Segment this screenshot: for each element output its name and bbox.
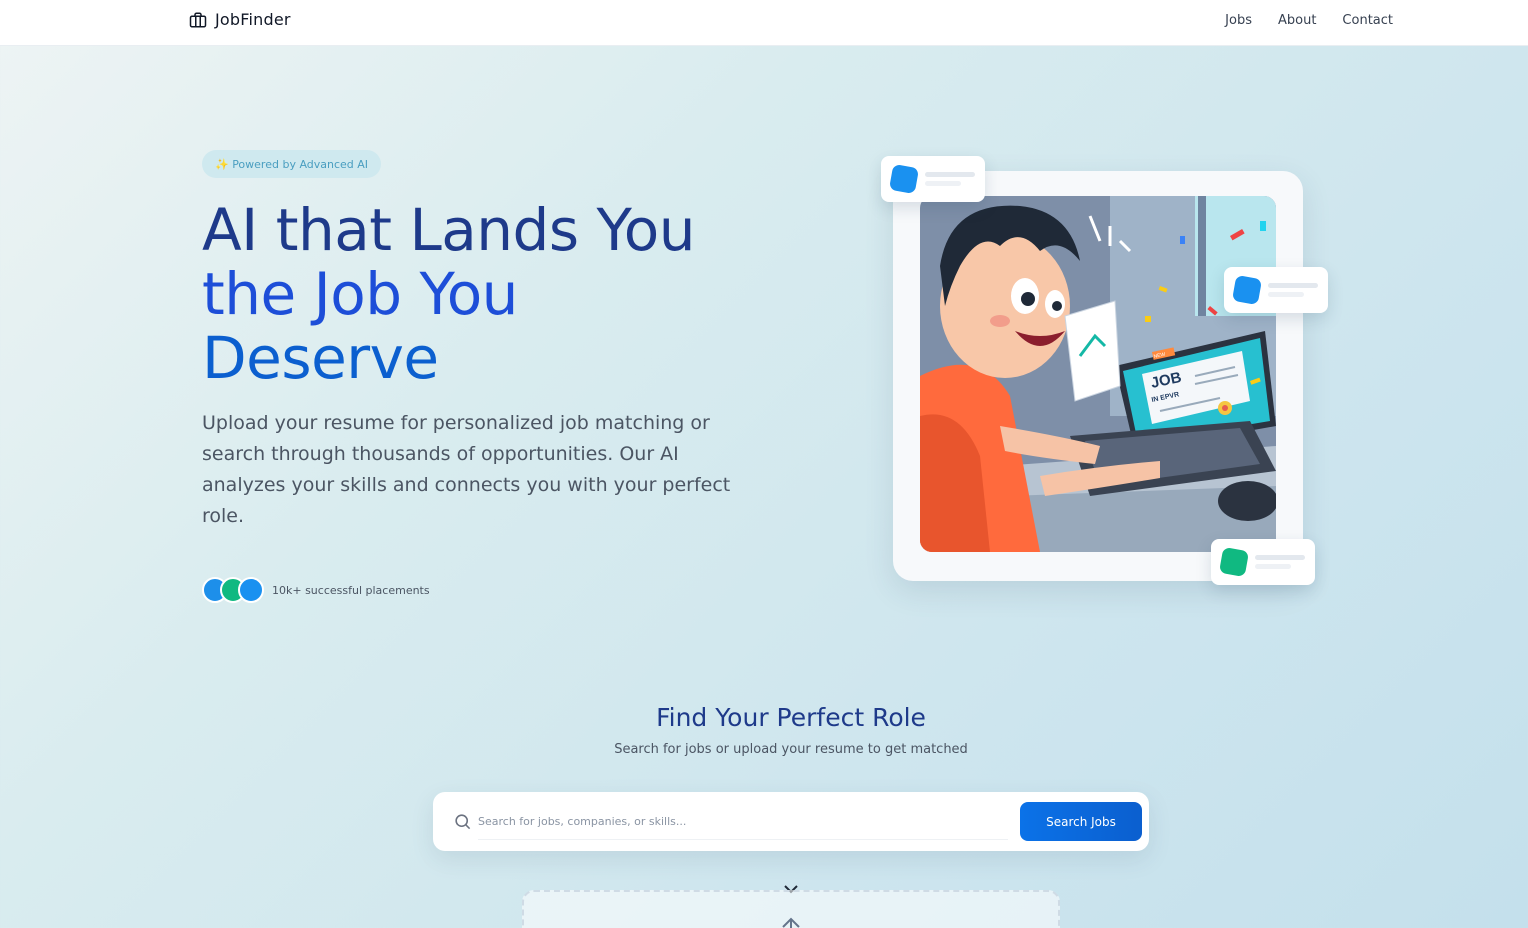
search-input[interactable] [478, 804, 1008, 840]
top-navbar: JobFinder Jobs About Contact [0, 0, 1528, 46]
hero-title-line-2: the Job You [202, 260, 518, 328]
placeholder-line [1255, 564, 1291, 569]
brand-logo[interactable]: JobFinder [189, 10, 291, 29]
placeholder-line [925, 172, 975, 177]
avatar-group [202, 577, 264, 603]
hero-subtitle: Upload your resume for personalized job … [202, 412, 731, 527]
hero-title: AI that Lands You the Job You Deserve [202, 198, 762, 390]
hero-title-line-3: Deserve [202, 324, 439, 392]
search-jobs-button[interactable]: Search Jobs [1020, 802, 1142, 841]
status-dot [1218, 546, 1250, 578]
status-dot [888, 163, 920, 195]
floating-info-card [1224, 267, 1328, 313]
floating-info-card [1211, 539, 1315, 585]
search-bar: Search Jobs [433, 792, 1149, 851]
placeholder-line [1255, 555, 1305, 560]
section-subtitle: Search for jobs or upload your resume to… [614, 742, 968, 757]
placements-stat: 10k+ successful placements [202, 577, 430, 603]
placeholder-line [1268, 283, 1318, 288]
brand-name: JobFinder [215, 10, 291, 29]
nav-link-jobs[interactable]: Jobs [1225, 13, 1252, 28]
placeholder-line [925, 181, 961, 186]
nav-link-about[interactable]: About [1278, 13, 1316, 28]
search-icon [455, 814, 471, 830]
placements-text: 10k+ successful placements [272, 583, 430, 597]
nav-links: Jobs About Contact [1225, 13, 1393, 28]
briefcase-icon [189, 12, 207, 27]
avatar [238, 577, 264, 603]
hero-illustration: JOB IN EPVR NEW [920, 196, 1276, 552]
upload-icon [782, 917, 800, 928]
floating-info-card [881, 156, 985, 202]
status-dot [1231, 274, 1263, 306]
ai-badge-label: ✨ Powered by Advanced AI [215, 157, 369, 171]
section-title: Find Your Perfect Role [656, 703, 926, 732]
hero-title-line-1: AI that Lands You [202, 196, 696, 264]
placeholder-line [1268, 292, 1304, 297]
job-celebration-illustration: JOB IN EPVR NEW [920, 196, 1276, 552]
nav-link-contact[interactable]: Contact [1342, 13, 1393, 28]
ai-badge: ✨ Powered by Advanced AI [202, 150, 382, 178]
